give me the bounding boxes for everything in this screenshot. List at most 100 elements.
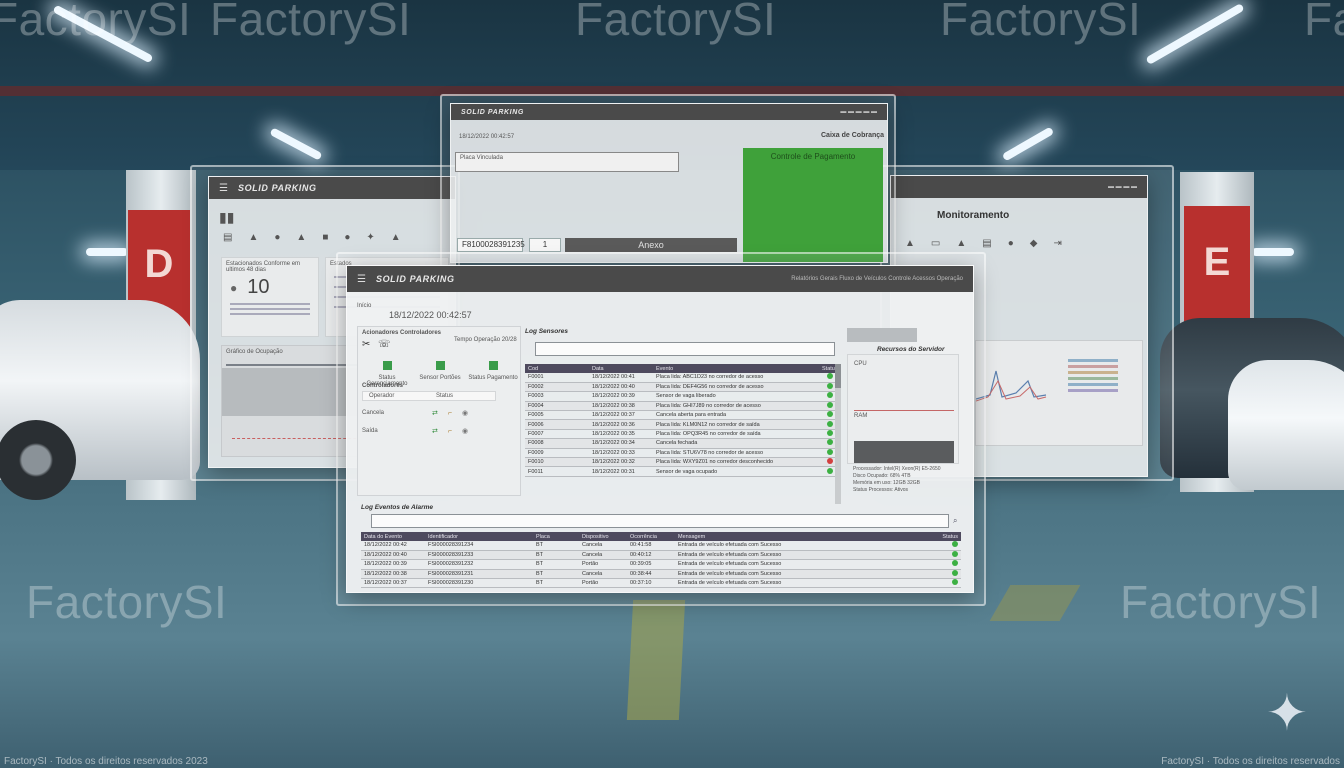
table-cell: Cancela xyxy=(579,541,627,551)
table-row[interactable]: F0001 18/12/2022 00:41 Placa lida: ABC1D23… xyxy=(525,373,841,383)
table-row[interactable]: 18/12/2022 00:40 FSI000028391233 BT Cancela… xyxy=(361,550,961,561)
toggle-icon[interactable]: ⇄ xyxy=(432,427,438,435)
monitor-icon[interactable]: ▭ xyxy=(931,238,940,249)
table-cell: FSI000028391232 xyxy=(425,559,533,570)
table-cell: Entrada de veículo efetuada com Sucesso xyxy=(675,541,881,551)
sparkle-icon: ✦ xyxy=(1266,685,1308,741)
menu-links[interactable]: Relatórios Gerais Fluxo de Veículos Cont… xyxy=(791,276,963,282)
table-cell: 18/12/2022 00:31 xyxy=(589,466,653,477)
filter-bar[interactable]: Placa Vinculada xyxy=(455,152,679,172)
camera-icon[interactable]: ■ xyxy=(322,232,328,243)
table-cell: Placa lida: DEF4G56 no corredor de acess… xyxy=(653,382,819,393)
settings-icon[interactable]: ◉ xyxy=(462,409,468,417)
menu-links[interactable]: ▬ ▬ ▬ ▬ ▬ xyxy=(840,109,877,115)
wrench-icon[interactable]: ✂ xyxy=(362,339,370,350)
exit-icon[interactable]: ⇥ xyxy=(1053,238,1061,249)
col-header[interactable]: Ocorrência xyxy=(627,532,675,541)
controller-name: Saída xyxy=(362,428,378,434)
menu-icon[interactable]: ☰ xyxy=(357,274,366,285)
col-header[interactable]: Data xyxy=(589,364,653,373)
stat-card-parked: Estacionados Conforme em ultimos 48 dias… xyxy=(221,257,319,337)
car-icon[interactable]: ▲ xyxy=(391,232,401,243)
monitoring-chart xyxy=(975,340,1143,446)
car-icon[interactable]: ▲ xyxy=(248,232,258,243)
status-ok-icon xyxy=(827,401,833,408)
table-cell: Placa lida: STU6V78 no corredor de acess… xyxy=(653,448,819,459)
table-cell: Cancela xyxy=(579,569,627,580)
floor-marking xyxy=(626,600,686,720)
status-ok-icon xyxy=(827,383,833,390)
tools-icon[interactable]: ✦ xyxy=(366,232,374,243)
table-row[interactable]: F0002 18/12/2022 00:40 Placa lida: DEF4G56… xyxy=(525,382,841,393)
col-header[interactable]: Mensagem xyxy=(675,532,881,541)
log-scrollbar[interactable] xyxy=(835,364,841,504)
col-header[interactable]: Data do Evento xyxy=(361,532,425,541)
barrier-icon[interactable]: ⌐ xyxy=(448,410,452,417)
quantity-input[interactable]: 1 xyxy=(529,238,561,252)
car-icon[interactable]: ▲ xyxy=(905,238,915,249)
attach-button[interactable]: Anexo xyxy=(565,238,737,252)
user-icon[interactable]: ● xyxy=(344,232,350,243)
table-cell: F0011 xyxy=(525,466,589,477)
titlebar: SOLID PARKING ▬ ▬ ▬ ▬ ▬ xyxy=(451,104,887,120)
controls-right: Tempo Operação 20/28 xyxy=(454,337,517,343)
barrier-icon[interactable]: ⌐ xyxy=(448,428,452,435)
table-row[interactable]: F0010 18/12/2022 00:32 Placa lida: WXY9Z01… xyxy=(525,457,841,468)
table-row[interactable]: F0008 18/12/2022 00:34 Cancela fechada xyxy=(525,438,841,449)
table-row[interactable]: F0011 18/12/2022 00:31 Sensor de vaga ocup… xyxy=(525,466,841,477)
search-icon[interactable]: ⌕ xyxy=(953,516,957,526)
watermark: FactorySI xyxy=(575,0,777,45)
user-icon[interactable]: ● xyxy=(1008,238,1014,249)
table-cell: Placa lida: OPQ3R45 no corredor de saída xyxy=(653,429,819,440)
table-row[interactable]: F0005 18/12/2022 00:37 Cancela aberta para… xyxy=(525,410,841,421)
tag-icon[interactable]: ◆ xyxy=(1030,238,1038,249)
table-row[interactable]: 18/12/2022 00:38 FSI000028391231 BT Cancela… xyxy=(361,569,961,580)
table-row[interactable]: F0003 18/12/2022 00:39 Sensor de vaga libe… xyxy=(525,391,841,402)
menu-icon[interactable]: ☰ xyxy=(219,183,228,194)
car-icon[interactable]: ▲ xyxy=(296,232,306,243)
table-row[interactable]: 18/12/2022 00:39 FSI000028391232 BT Portão 0… xyxy=(361,559,961,570)
watermark: FactorySI xyxy=(0,0,192,45)
menu-links[interactable]: ▬ ▬ ▬ ▬ xyxy=(1108,184,1137,190)
table-row[interactable]: F0006 18/12/2022 00:36 Placa lida: KLM0N12… xyxy=(525,419,841,430)
table-row[interactable]: F0007 18/12/2022 00:35 Placa lida: OPQ3R45… xyxy=(525,429,841,440)
col-header[interactable]: Cod xyxy=(525,364,589,373)
controllers-header: Operador Status xyxy=(362,391,496,401)
alarm-search-input[interactable] xyxy=(371,514,949,528)
phone-icon[interactable]: ☏ xyxy=(378,339,391,350)
filter-label: Placa Vinculada xyxy=(460,155,503,161)
table-cell: Cancela fechada xyxy=(653,438,819,449)
print-icon[interactable]: ▤ xyxy=(982,238,991,249)
table-cell: Portão xyxy=(579,559,627,570)
log-search-input[interactable] xyxy=(535,342,835,356)
watermark: FactorySI xyxy=(940,0,1142,45)
col-header[interactable]: Dispositivo xyxy=(579,532,627,541)
car-icon[interactable]: ▲ xyxy=(956,238,966,249)
table-cell: 18/12/2022 00:32 xyxy=(589,457,653,468)
file-icon[interactable]: ▤ xyxy=(223,232,232,243)
settings-icon[interactable]: ◉ xyxy=(462,427,468,435)
ticket-input[interactable]: F8100028391235 xyxy=(457,238,525,252)
stat-label: Estacionados Conforme em ultimos 48 dias xyxy=(226,261,301,273)
toggle-icon[interactable]: ⇄ xyxy=(432,409,438,417)
server-tab-button[interactable] xyxy=(847,328,917,342)
quick-button[interactable]: Sensor Portões xyxy=(415,357,465,387)
user-icon[interactable]: ● xyxy=(274,232,280,243)
quick-button[interactable]: Status Pagamento xyxy=(468,357,518,387)
table-row[interactable]: F0009 18/12/2022 00:33 Placa lida: STU6V78… xyxy=(525,448,841,459)
window-title: SOLID PARKING xyxy=(237,183,317,193)
col-header: Status xyxy=(435,393,453,399)
table-row[interactable]: F0004 18/12/2022 00:38 Placa lida: GHI7J89… xyxy=(525,401,841,412)
col-header[interactable]: Placa xyxy=(533,532,579,541)
table-cell: 18/12/2022 00:41 xyxy=(589,373,653,383)
table-row[interactable]: 18/12/2022 00:37 FSI000028391230 BT Portão 0… xyxy=(361,578,961,589)
table-row[interactable]: 18/12/2022 00:42 FSI000028391234 BT Cancela… xyxy=(361,541,961,551)
status-cell xyxy=(881,578,961,589)
col-header[interactable]: Identificador xyxy=(425,532,533,541)
chart-legend xyxy=(1068,359,1118,392)
col-header[interactable]: Evento xyxy=(653,364,819,373)
server-note: Memória em uso: 12GB 32GB xyxy=(853,480,920,486)
col-header[interactable]: Status xyxy=(881,532,961,541)
table-cell: BT xyxy=(533,559,579,570)
status-ok-icon xyxy=(952,541,958,548)
